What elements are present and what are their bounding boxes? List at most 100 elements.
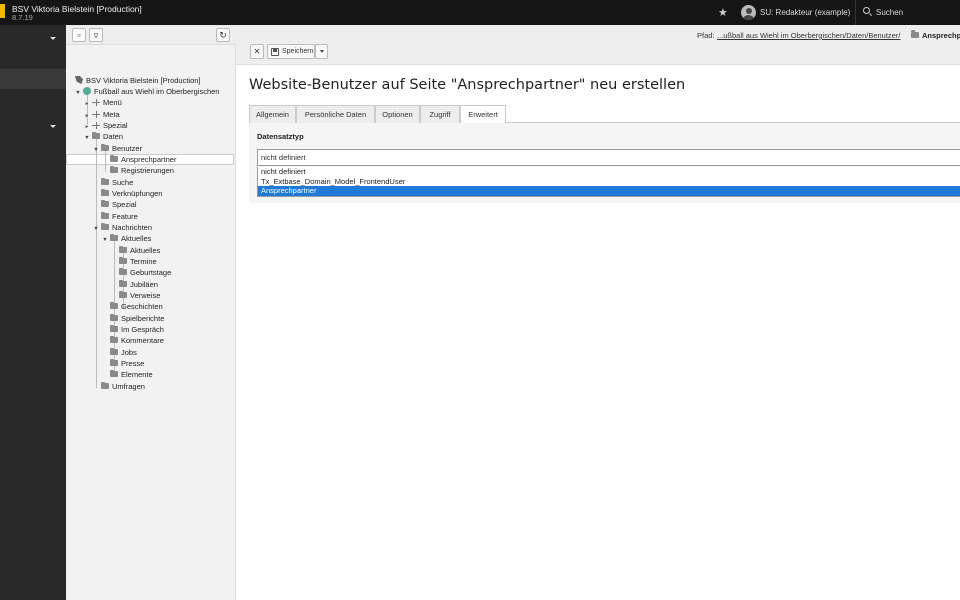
typo3-icon [75, 76, 83, 84]
tree-node[interactable]: Geburtstage [110, 267, 171, 278]
field-label-datensatztyp: Datensatztyp [257, 132, 304, 141]
tree-node[interactable]: Verknüpfungen [92, 188, 162, 199]
tree-node[interactable]: Termine [110, 256, 157, 267]
tree-node[interactable]: Presse [101, 358, 144, 369]
folder-icon [119, 279, 127, 288]
search-icon[interactable] [863, 7, 870, 14]
folder-icon [101, 222, 109, 231]
refresh-icon[interactable]: ↻ [216, 28, 230, 42]
tree-node[interactable]: Feature [92, 211, 138, 222]
tree-root[interactable]: BSV Viktoria Bielstein [Production] [74, 75, 201, 86]
record-type-select[interactable]: nicht definiert [257, 149, 960, 166]
version-number: 8.7.19 [12, 13, 33, 22]
tree-node[interactable]: ▼ Aktuelles [101, 233, 151, 244]
folder-icon [101, 211, 109, 220]
tree-node[interactable]: Spielberichte [101, 313, 164, 324]
module-group-system[interactable] [0, 116, 66, 138]
sysfolder-icon [92, 98, 100, 106]
folder-icon [92, 131, 100, 140]
tab-persoenliche-daten[interactable]: Persönliche Daten [296, 105, 375, 123]
folder-icon [110, 358, 118, 367]
folder-icon [110, 154, 118, 163]
folder-icon [110, 233, 118, 242]
folder-icon [119, 290, 127, 299]
chevron-down-icon [50, 37, 56, 40]
typo3-logo[interactable] [0, 4, 5, 18]
user-avatar-icon[interactable] [741, 5, 756, 20]
tab-allgemein[interactable]: Allgemein [249, 105, 296, 123]
folder-icon [110, 335, 118, 344]
folder-icon [110, 369, 118, 378]
edit-form: Website-Benutzer auf Seite "Ansprechpart… [236, 65, 960, 600]
path-label: Pfad: [697, 31, 715, 40]
save-button[interactable]: Speichern [267, 44, 315, 59]
tree-node[interactable]: Jubiläen [110, 279, 158, 290]
bookmark-star-icon[interactable]: ★ [718, 6, 728, 19]
tree-node[interactable]: ▸ Menü [83, 97, 122, 108]
tree-node[interactable]: Geschichten [101, 301, 163, 312]
collapse-icon[interactable]: ▼ [92, 145, 100, 156]
select-option[interactable]: Tx_Extbase_Domain_Model_FrontendUser [258, 177, 960, 187]
tree-node[interactable]: ▸ Meta [83, 109, 120, 120]
folder-icon [101, 199, 109, 208]
filter-icon[interactable]: ▿ [89, 28, 103, 42]
topbar-divider [855, 0, 856, 25]
module-item-active[interactable] [0, 69, 66, 89]
tab-zugriff[interactable]: Zugriff [420, 105, 460, 123]
globe-icon [83, 87, 91, 96]
select-options-list: nicht definiert Tx_Extbase_Domain_Model_… [257, 167, 960, 197]
folder-icon [101, 177, 109, 186]
tree-node[interactable]: Registrierungen [101, 165, 174, 176]
tree-node[interactable]: Suche [92, 177, 133, 188]
path-link[interactable]: ...ußball aus Wiehl im Oberbergischen/Da… [717, 31, 900, 40]
tree-node[interactable]: Jobs [101, 347, 137, 358]
tree-node[interactable]: ▼ Fußball aus Wiehl im Oberbergischen [74, 86, 219, 97]
collapse-icon[interactable]: ▼ [83, 133, 91, 144]
sysfolder-icon [92, 121, 100, 129]
folder-icon [119, 245, 127, 254]
save-dropdown-button[interactable] [315, 44, 328, 59]
tree-node[interactable]: ▼ Benutzer [92, 143, 142, 154]
folder-icon [110, 347, 118, 356]
folder-icon [110, 165, 118, 174]
select-option[interactable]: nicht definiert [258, 167, 960, 177]
doc-header: Pfad: ...ußball aus Wiehl im Oberbergisc… [236, 25, 960, 65]
tree-node[interactable]: Aktuelles [110, 245, 160, 256]
tab-erweitert[interactable]: Erweitert [460, 105, 506, 124]
expand-icon[interactable]: ▼ [74, 88, 82, 99]
sysfolder-icon [92, 110, 100, 118]
collapse-icon[interactable]: ▼ [92, 224, 100, 235]
user-menu[interactable]: SU: Redakteur (example) [760, 8, 850, 17]
folder-icon [110, 301, 118, 310]
tab-optionen[interactable]: Optionen [375, 105, 420, 123]
top-bar: BSV Viktoria Bielstein [Production] 8.7.… [0, 0, 960, 25]
folder-icon [110, 324, 118, 333]
tree-node[interactable]: Umfragen [92, 381, 145, 392]
module-menu [0, 25, 66, 600]
page-tree-panel: ▫ ▿ ↻ BSV Viktoria Bielstein [Production… [66, 25, 236, 600]
new-page-icon[interactable]: ▫ [72, 28, 86, 42]
tree-node[interactable]: ▼ Daten [83, 131, 123, 142]
folder-icon [110, 313, 118, 322]
tab-bar: Allgemein Persönliche Daten Optionen Zug… [249, 105, 960, 124]
select-option-highlighted[interactable]: Ansprechpartner [258, 186, 960, 196]
folder-icon [101, 188, 109, 197]
folder-icon [101, 381, 109, 390]
folder-icon [101, 143, 109, 152]
page-title: Website-Benutzer auf Seite "Ansprechpart… [249, 77, 686, 93]
tree-node[interactable]: Kommentare [101, 335, 164, 346]
tree-node[interactable]: ▸ Spezial [83, 120, 128, 131]
tree-node-selected[interactable]: Ansprechpartner [101, 154, 176, 165]
tree-node[interactable]: Elemente [101, 369, 153, 380]
close-button[interactable]: ✕ [250, 44, 264, 59]
search-label[interactable]: Suchen [876, 8, 903, 17]
folder-icon [911, 30, 919, 40]
tree-node[interactable]: Verweise [110, 290, 160, 301]
tree-node[interactable]: ▼ Nachrichten [92, 222, 152, 233]
folder-icon [119, 256, 127, 265]
folder-icon [119, 267, 127, 276]
tree-node[interactable]: Im Gespräch [101, 324, 164, 335]
collapse-icon[interactable]: ▼ [101, 235, 109, 246]
module-group-web[interactable] [0, 28, 66, 50]
tree-node[interactable]: Spezial [92, 199, 137, 210]
